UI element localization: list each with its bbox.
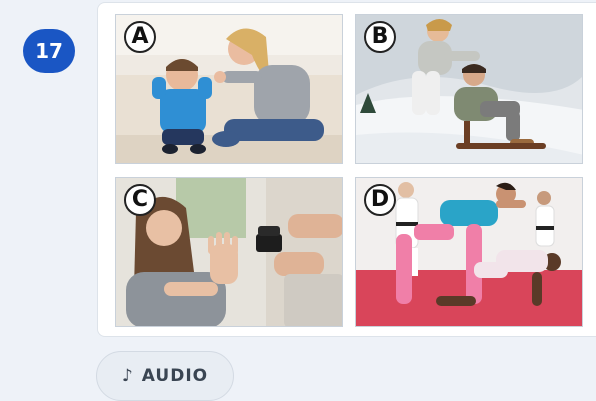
option-b-letter: B bbox=[364, 21, 396, 53]
option-c-photo[interactable]: C bbox=[115, 177, 343, 327]
question-number-badge: 17 bbox=[23, 29, 75, 73]
audio-button[interactable]: ♪ AUDIO bbox=[96, 351, 234, 401]
audio-button-label: AUDIO bbox=[141, 366, 209, 386]
option-a-letter: A bbox=[124, 21, 156, 53]
option-d-letter: D bbox=[364, 184, 396, 216]
options-card: A B C D bbox=[97, 2, 596, 337]
question-rail: 17 bbox=[0, 0, 97, 401]
option-a-photo[interactable]: A bbox=[115, 14, 343, 164]
music-note-icon: ♪ bbox=[121, 366, 134, 386]
option-c-letter: C bbox=[124, 184, 156, 216]
option-b-photo[interactable]: B bbox=[355, 14, 583, 164]
option-d-photo[interactable]: D bbox=[355, 177, 583, 327]
